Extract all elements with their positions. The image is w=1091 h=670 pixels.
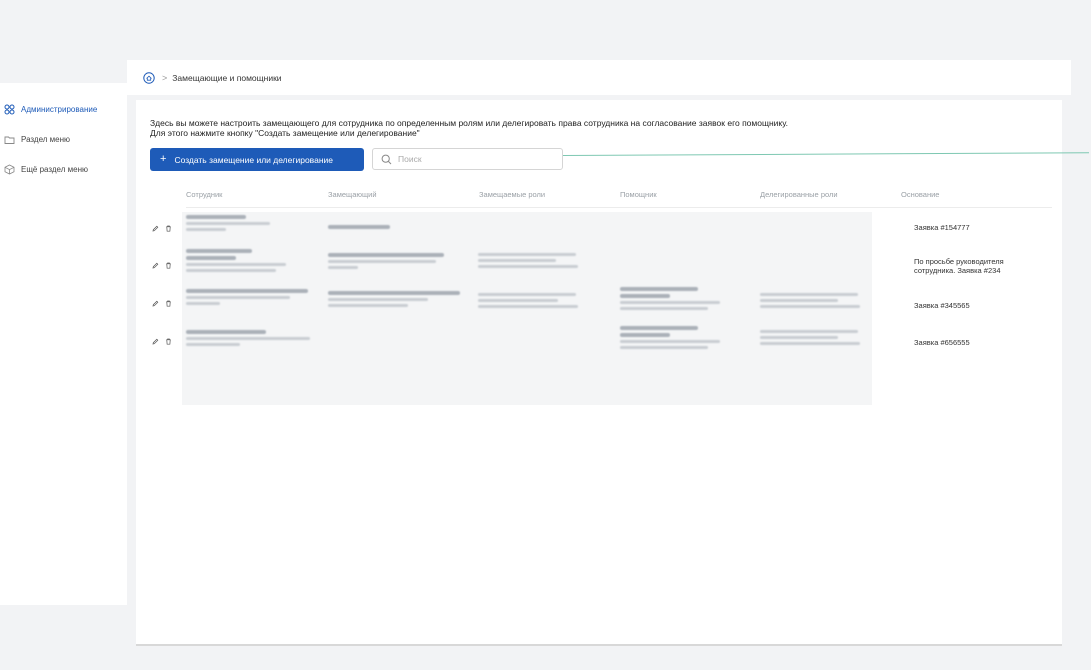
blurred-assistant bbox=[620, 287, 720, 313]
sidebar-item-another-section[interactable]: Ещё раздел меню bbox=[0, 154, 127, 184]
blurred-delegated-roles bbox=[760, 293, 860, 311]
page-description: Здесь вы можете настроить замещающего дл… bbox=[150, 118, 1030, 138]
delete-icon[interactable] bbox=[165, 338, 172, 345]
basis-cell: Заявка #345565 bbox=[914, 301, 970, 310]
search-input[interactable] bbox=[398, 154, 548, 164]
blurred-substitute bbox=[328, 253, 444, 272]
column-header-employee[interactable]: Сотрудник bbox=[186, 190, 222, 199]
blurred-substitute bbox=[328, 291, 460, 310]
search-field[interactable] bbox=[372, 148, 563, 170]
blurred-employee bbox=[186, 289, 308, 308]
main-panel: Здесь вы можете настроить замещающего дл… bbox=[136, 100, 1089, 646]
table-row[interactable]: По просьбе руководителя сотрудника. Заяв… bbox=[150, 249, 1050, 287]
column-header-assistant[interactable]: Помощник bbox=[620, 190, 657, 199]
column-header-substituted-roles[interactable]: Замещаемые роли bbox=[479, 190, 545, 199]
basis-cell: Заявка #656555 bbox=[914, 338, 970, 347]
blurred-employee bbox=[186, 249, 286, 275]
plus-icon: + bbox=[160, 153, 167, 165]
breadcrumb-separator: > bbox=[162, 72, 168, 83]
edit-icon[interactable] bbox=[152, 262, 159, 269]
sidebar-item-label: Раздел меню bbox=[21, 134, 71, 144]
sidebar-item-menu-section[interactable]: Раздел меню bbox=[0, 124, 127, 154]
sidebar-item-label: Ещё раздел меню bbox=[21, 164, 88, 174]
blurred-employee bbox=[186, 215, 270, 234]
blurred-substituted-roles bbox=[478, 253, 578, 271]
edit-icon[interactable] bbox=[152, 338, 159, 345]
description-line-1: Здесь вы можете настроить замещающего дл… bbox=[150, 118, 788, 128]
grid-icon bbox=[4, 104, 15, 115]
edit-icon[interactable] bbox=[152, 225, 159, 232]
column-header-substitute[interactable]: Замещающий bbox=[328, 190, 377, 199]
blurred-employee bbox=[186, 330, 310, 349]
delete-icon[interactable] bbox=[165, 300, 172, 307]
blurred-delegated-roles bbox=[760, 330, 860, 348]
table-row[interactable]: Заявка #656555 bbox=[150, 326, 1050, 364]
column-header-basis[interactable]: Основание bbox=[901, 190, 939, 199]
basis-text: По просьбе руководителя сотрудника. Заяв… bbox=[914, 257, 1004, 275]
search-icon bbox=[381, 154, 392, 164]
sidebar-item-administration[interactable]: Администрирование bbox=[0, 94, 127, 124]
home-icon[interactable] bbox=[143, 71, 155, 84]
box-icon bbox=[4, 164, 15, 175]
column-header-delegated-roles[interactable]: Делегированные роли bbox=[760, 190, 838, 199]
sidebar: Администрирование Раздел меню Ещё раздел… bbox=[0, 83, 127, 605]
delete-icon[interactable] bbox=[165, 225, 172, 232]
description-line-2: Для этого нажмите кнопку "Создать замеще… bbox=[150, 128, 420, 138]
breadcrumb-current: Замещающие и помощники bbox=[172, 72, 282, 83]
blurred-assistant bbox=[620, 326, 720, 352]
blurred-substituted-roles bbox=[478, 293, 578, 311]
breadcrumb: > Замещающие и помощники bbox=[127, 60, 1071, 95]
sidebar-item-label: Администрирование bbox=[21, 104, 98, 114]
edit-icon[interactable] bbox=[152, 300, 159, 307]
create-substitution-button[interactable]: + Создать замещение или делегирование bbox=[150, 148, 364, 171]
basis-cell: По просьбе руководителя сотрудника. Заяв… bbox=[914, 257, 1044, 275]
blurred-substitute bbox=[328, 225, 390, 232]
table-row[interactable]: Заявка #345565 bbox=[150, 287, 1050, 325]
green-guide-line bbox=[562, 152, 1089, 156]
table-row[interactable]: Заявка #154777 bbox=[150, 213, 1050, 251]
delete-icon[interactable] bbox=[165, 262, 172, 269]
table-header: Сотрудник Замещающий Замещаемые роли Пом… bbox=[186, 188, 1052, 208]
folder-icon bbox=[4, 134, 15, 145]
basis-cell: Заявка #154777 bbox=[914, 223, 970, 232]
create-button-label: Создать замещение или делегирование bbox=[174, 154, 333, 165]
